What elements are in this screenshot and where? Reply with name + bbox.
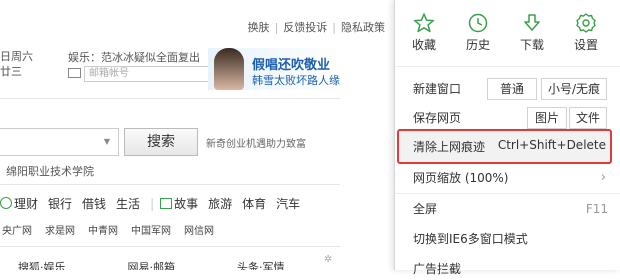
favorites-label: 收藏 — [411, 38, 436, 52]
mail-account-input[interactable]: 邮箱帐号 — [84, 66, 214, 82]
tab-entertainment[interactable]: 搜狐·娱乐 — [18, 261, 66, 270]
private-window-button[interactable]: 小号/无痕 — [541, 78, 607, 100]
clear-trace-shortcut: Ctrl+Shift+Delete — [497, 138, 606, 152]
ad-banner[interactable]: 假唱还吹敬业 韩雪太败坏路人缘 — [208, 48, 340, 90]
divider — [0, 98, 340, 99]
settings-label: 设置 — [573, 38, 598, 52]
browser-menu-panel: 收藏 历史 下载 设置 新建窗口 普通 小号/无痕 保存网页 图片 文件 清除上… — [394, 0, 620, 276]
normal-window-button[interactable]: 普通 — [487, 78, 537, 100]
tab-mail[interactable]: 网易·邮箱 — [128, 261, 176, 270]
fullscreen-shortcut: F11 — [585, 202, 608, 216]
link-item[interactable]: 中青网 — [88, 226, 118, 237]
link-item[interactable]: 求是网 — [45, 226, 75, 237]
ad-subtitle: 韩雪太败坏路人缘 — [252, 74, 340, 87]
fullscreen-label: 全屏 — [413, 202, 438, 216]
menu-divider — [395, 193, 620, 194]
download-button[interactable]: 下载 — [509, 12, 555, 53]
download-icon — [524, 14, 540, 31]
finance-icon — [0, 197, 12, 209]
clear-trace-item[interactable]: 清除上网痕迹 Ctrl+Shift+Delete — [397, 129, 612, 164]
ad-title: 假唱还吹敬业 — [252, 58, 331, 73]
clear-trace-label: 清除上网痕迹 — [413, 140, 486, 154]
category-sports[interactable]: 体育 — [242, 197, 266, 211]
category-travel[interactable]: 旅游 — [208, 197, 232, 211]
school-suggestion[interactable]: 绵阳职业技术学院 — [6, 163, 94, 179]
search-hint-link[interactable]: 新奇创业机遇助力致富 — [206, 135, 306, 150]
chevron-down-icon[interactable]: ▼ — [104, 137, 110, 146]
bottom-tabs: 搜狐·娱乐 网易·邮箱 头条·军情 — [18, 259, 347, 270]
quick-actions: 收藏 历史 下载 设置 — [395, 12, 620, 54]
date-widget: 日周六 廿三 — [0, 49, 33, 79]
news-headline[interactable]: 娱乐：范冰冰疑似全面复出 — [68, 49, 200, 65]
skin-link[interactable]: 换肤 — [248, 21, 270, 34]
ie6-mode-item[interactable]: 切换到IE6多窗口模式 — [413, 228, 608, 250]
category-bank[interactable]: 银行 — [48, 197, 72, 211]
ad-block-item[interactable]: 广告拦截 — [413, 258, 608, 280]
star-icon — [413, 13, 435, 33]
story-icon — [160, 198, 173, 209]
new-window-label[interactable]: 新建窗口 — [413, 82, 461, 96]
settings-small-icon[interactable]: ✲ — [324, 254, 332, 265]
settings-button[interactable]: 设置 — [563, 12, 609, 53]
chevron-right-icon: › — [600, 170, 606, 185]
download-label: 下载 — [519, 38, 544, 52]
gear-icon — [576, 13, 596, 33]
mail-icon — [68, 68, 81, 78]
category-bar: 理财 银行 借钱 生活 | 故事 旅游 体育 汽车 — [0, 195, 310, 212]
favorites-button[interactable]: 收藏 — [401, 12, 447, 53]
new-window-row: 新建窗口 普通 小号/无痕 — [413, 78, 608, 100]
category-finance[interactable]: 理财 — [0, 197, 38, 211]
history-button[interactable]: 历史 — [455, 12, 501, 53]
zoom-label: 网页缩放 (100%) — [413, 171, 509, 185]
link-item[interactable]: 网信网 — [184, 226, 214, 237]
link-item[interactable]: 央广网 — [2, 226, 32, 237]
clock-icon — [468, 13, 488, 33]
link-item[interactable]: 中国军网 — [131, 226, 171, 237]
site-links: 央广网 求是网 中青网 中国军网 网信网 — [2, 222, 227, 237]
tab-military[interactable]: 头条·军情 — [237, 261, 285, 270]
date-lunar: 廿三 — [0, 65, 22, 78]
menu-divider — [395, 66, 620, 67]
category-life[interactable]: 生活 — [116, 197, 140, 211]
save-page-label[interactable]: 保存网页 — [413, 111, 461, 125]
ad-portrait — [214, 48, 244, 90]
date-weekday: 日周六 — [0, 50, 33, 63]
save-page-row: 保存网页 图片 文件 — [413, 107, 608, 129]
save-picture-button[interactable]: 图片 — [527, 107, 567, 129]
category-auto[interactable]: 汽车 — [276, 197, 300, 211]
category-story[interactable]: 故事 — [160, 197, 198, 211]
browser-page-background: 换肤 | 反馈投诉 | 隐私政策 日周六 廿三 娱乐：范冰冰疑似全面复出 邮箱帐号 假唱… — [0, 0, 395, 270]
history-label: 历史 — [465, 38, 490, 52]
save-file-button[interactable]: 文件 — [569, 107, 607, 129]
category-loan[interactable]: 借钱 — [82, 197, 106, 211]
divider — [0, 246, 340, 247]
privacy-link[interactable]: 隐私政策 — [341, 21, 385, 34]
top-links: 换肤 | 反馈投诉 | 隐私政策 — [247, 21, 385, 34]
zoom-item[interactable]: 网页缩放 (100%) › — [413, 167, 608, 189]
divider — [0, 184, 340, 185]
search-button[interactable]: 搜索 — [124, 128, 198, 156]
fullscreen-item[interactable]: 全屏 F11 — [413, 198, 608, 220]
feedback-link[interactable]: 反馈投诉 — [283, 21, 327, 34]
search-input[interactable]: ▼ — [0, 128, 119, 156]
